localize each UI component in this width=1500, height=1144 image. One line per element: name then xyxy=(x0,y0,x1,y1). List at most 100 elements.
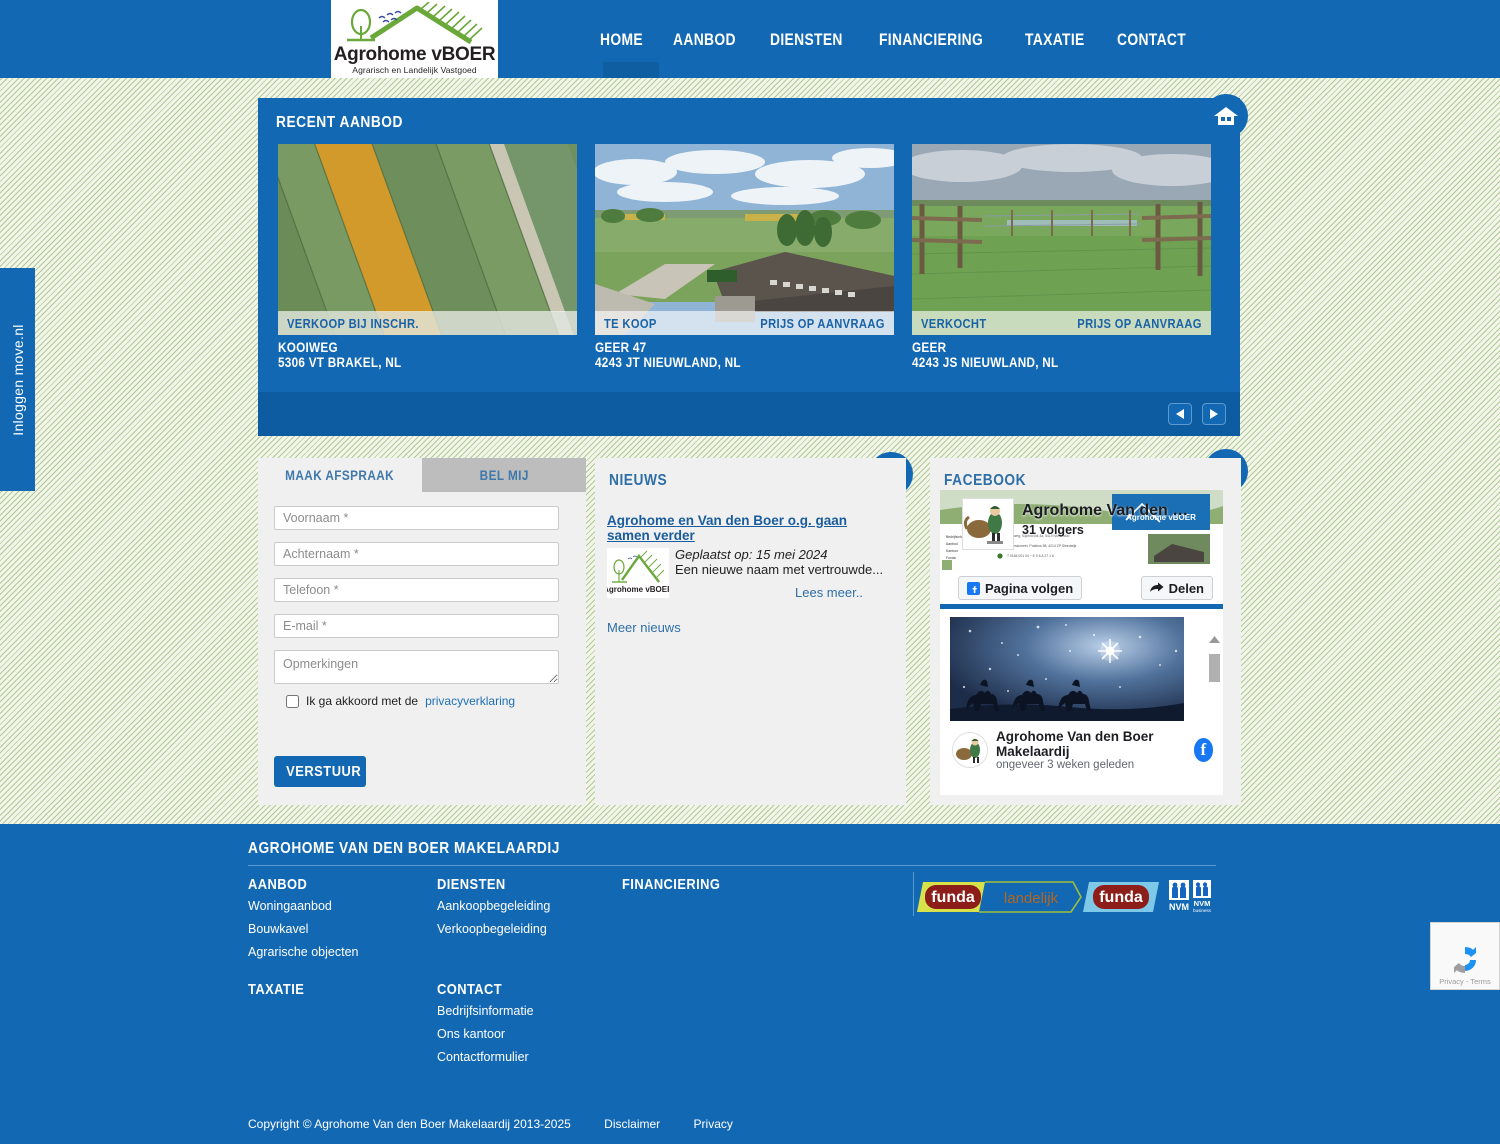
opmerkingen-textarea[interactable] xyxy=(274,650,559,684)
telefoon-input[interactable] xyxy=(274,578,559,602)
footer-link-bouwkavel[interactable]: Bouwkavel xyxy=(248,922,358,936)
svg-text:T 0184 001 04 ~ E 0 6 A 27 1 6: T 0184 001 04 ~ E 0 6 A 27 1 6 xyxy=(1007,554,1054,558)
footer-column-contact: CONTACT Bedrijfsinformatie Ons kantoor C… xyxy=(437,981,534,1073)
listing-card[interactable]: VERKOCHT PRIJS OP AANVRAAG GEER 4243 JS … xyxy=(912,144,1211,370)
svg-text:NVM: NVM xyxy=(1194,899,1211,908)
svg-text:funda: funda xyxy=(931,889,975,906)
privacy-consent-checkbox[interactable] xyxy=(286,694,299,708)
facebook-brand-badge-icon: f xyxy=(1193,738,1213,762)
listing-city: 4243 JS NIEUWLAND, NL xyxy=(912,355,1059,370)
svg-text:Kantoor: Kantoor xyxy=(946,549,959,553)
verstuur-button[interactable]: VERSTUUR xyxy=(274,756,366,787)
carousel-prev-button[interactable] xyxy=(1168,403,1192,425)
carousel-next-button[interactable] xyxy=(1202,403,1226,425)
svg-text:Agrohome vBOER: Agrohome vBOER xyxy=(607,585,669,594)
voornaam-input[interactable] xyxy=(274,506,559,530)
facebook-panel: FACEBOOK Agrohome vBOER Bedrijfsinformat… xyxy=(930,458,1241,805)
listing-price: PRIJS OP AANVRAAG xyxy=(760,315,885,331)
footer-column-taxatie: TAXATIE xyxy=(248,981,313,1004)
site-footer: AGROHOME VAN DEN BOER MAKELAARDIJ AANBOD… xyxy=(0,824,1500,1144)
listing-photo[interactable]: TE KOOP PRIJS OP AANVRAAG xyxy=(595,144,894,335)
listing-address: KOOIWEG 5306 VT BRAKEL, NL xyxy=(278,340,577,370)
facebook-f-icon xyxy=(967,581,980,595)
news-item-title[interactable]: Agrohome en Van den Boer o.g. gaan samen… xyxy=(607,513,892,543)
footer-column-title: CONTACT xyxy=(437,981,503,998)
scrollbar-thumb[interactable] xyxy=(1209,654,1220,682)
home-shortcut-button[interactable] xyxy=(1204,94,1248,138)
recaptcha-icon xyxy=(1454,946,1476,974)
chevron-left-icon xyxy=(1176,409,1184,419)
listing-status: VERKOOP BIJ INSCHR. xyxy=(287,315,419,331)
footer-link-woningaanbod[interactable]: Woningaanbod xyxy=(248,899,358,913)
nav-item-contact[interactable]: CONTACT xyxy=(1117,31,1186,50)
nav-item-home[interactable]: HOME xyxy=(600,31,643,50)
footer-column-title: FINANCIERING xyxy=(622,876,721,893)
footer-link-aankoopbegeleiding[interactable]: Aankoopbegeleiding xyxy=(437,899,550,913)
listing-photo[interactable]: VERKOCHT PRIJS OP AANVRAAG xyxy=(912,144,1211,335)
news-item-meta: Geplaatst op: 15 mei 2024 Een nieuwe naa… xyxy=(675,547,890,577)
achternaam-input[interactable] xyxy=(274,542,559,566)
site-header: Agrohome vBOER Agrarisch en Landelijk Va… xyxy=(0,0,1500,78)
carousel-cards: VERKOOP BIJ INSCHR. KOOIWEG 5306 VT BRAK… xyxy=(278,144,1211,370)
facebook-post-author-block: Agrohome Van den Boer Makelaardij ongeve… xyxy=(996,729,1186,771)
nav-item-taxatie[interactable]: TAXATIE xyxy=(1025,31,1085,50)
listing-street: GEER xyxy=(912,340,947,355)
login-move-tab[interactable]: Inloggen move.nl xyxy=(0,268,35,491)
facebook-page-name: Agrohome Van den … xyxy=(1022,502,1189,519)
footer-brand: AGROHOME VAN DEN BOER MAKELAARDIJ xyxy=(248,840,560,857)
recaptcha-text: Privacy - Terms xyxy=(1439,977,1491,986)
svg-text:landelijk: landelijk xyxy=(1004,890,1059,907)
footer-link-verkoopbegeleiding[interactable]: Verkoopbegeleiding xyxy=(437,922,550,936)
avatar-illustration-icon xyxy=(963,499,1013,549)
svg-text:Professioneel. Postbus 58, 421: Professioneel. Postbus 58, 4214 ZP Sleeu… xyxy=(1007,544,1077,548)
login-move-tab-label: Inloggen move.nl xyxy=(9,323,26,436)
site-logo[interactable]: Agrohome vBOER Agrarisch en Landelijk Va… xyxy=(331,0,498,78)
facebook-post-author: Agrohome Van den Boer Makelaardij xyxy=(996,729,1154,759)
facebook-share-button[interactable]: Delen xyxy=(1140,576,1213,600)
share-arrow-icon xyxy=(1149,582,1164,592)
privacyverklaring-link[interactable]: privacyverklaring xyxy=(425,694,515,708)
nav-item-financiering[interactable]: FINANCIERING xyxy=(879,31,983,50)
facebook-follow-button[interactable]: Pagina volgen xyxy=(958,576,1083,600)
privacy-link[interactable]: Privacy xyxy=(694,1117,733,1131)
listing-status-bar: VERKOOP BIJ INSCHR. xyxy=(278,311,577,335)
copyright-text: Copyright © Agrohome Van den Boer Makela… xyxy=(248,1117,571,1131)
listing-status: VERKOCHT xyxy=(921,315,987,331)
nav-item-diensten[interactable]: DIENSTEN xyxy=(770,31,843,50)
disclaimer-link[interactable]: Disclaimer xyxy=(604,1117,660,1131)
facebook-post-time: ongeveer 3 weken geleden xyxy=(996,759,1135,771)
main-navigation: HOME AANBOD DIENSTEN FINANCIERING TAXATI… xyxy=(600,28,1200,52)
facebook-cover-photo: Agrohome vBOER Bedrijfsinformatie Aanbod … xyxy=(940,490,1223,574)
nav-item-aanbod[interactable]: AANBOD xyxy=(673,31,736,50)
news-item-thumbnail[interactable]: Agrohome vBOER xyxy=(607,548,669,598)
logo-name: Agrohome vBOER xyxy=(333,44,496,65)
listing-status-bar: TE KOOP PRIJS OP AANVRAAG xyxy=(595,311,894,335)
meer-nieuws-link[interactable]: Meer nieuws xyxy=(607,620,681,635)
listing-photo[interactable]: VERKOOP BIJ INSCHR. xyxy=(278,144,577,335)
footer-link-agrarische-objecten[interactable]: Agrarische objecten xyxy=(248,945,358,959)
facebook-scrollbar[interactable] xyxy=(1209,630,1220,682)
footer-link-ons-kantoor[interactable]: Ons kantoor xyxy=(437,1027,534,1041)
farm-aerial-image xyxy=(595,144,894,335)
facebook-follow-label: Pagina volgen xyxy=(985,580,1074,596)
facebook-post[interactable]: Agrohome Van den Boer Makelaardij ongeve… xyxy=(940,609,1223,771)
listing-street: GEER 47 xyxy=(595,340,647,355)
tab-bel-mij[interactable]: BEL MIJ xyxy=(422,458,586,492)
copyright-row: Copyright © Agrohome Van den Boer Makela… xyxy=(248,1117,733,1131)
listing-card[interactable]: TE KOOP PRIJS OP AANVRAAG GEER 47 4243 J… xyxy=(595,144,894,370)
listing-card[interactable]: VERKOOP BIJ INSCHR. KOOIWEG 5306 VT BRAK… xyxy=(278,144,577,370)
email-input[interactable] xyxy=(274,614,559,638)
facebook-post-avatar xyxy=(952,732,988,768)
facebook-share-label: Delen xyxy=(1168,580,1204,596)
recaptcha-badge[interactable]: Privacy - Terms xyxy=(1430,922,1500,990)
contact-form-panel: MAAK AFSPRAAK BEL MIJ Ik ga akkoord met … xyxy=(258,458,586,805)
form-tabs: MAAK AFSPRAAK BEL MIJ xyxy=(258,458,586,492)
listing-price: PRIJS OP AANVRAAG xyxy=(1077,315,1202,331)
footer-link-contactformulier[interactable]: Contactformulier xyxy=(437,1050,534,1064)
footer-link-bedrijfsinformatie[interactable]: Bedrijfsinformatie xyxy=(437,1004,534,1018)
tab-maak-afspraak[interactable]: MAAK AFSPRAAK xyxy=(258,458,422,492)
lees-meer-link[interactable]: Lees meer.. xyxy=(795,585,863,600)
recent-listings-carousel: RECENT AANBOD VERKOOP BIJ INSCHR. KOOIWE… xyxy=(258,98,1240,436)
partner-logos-image: funda landelijk funda NVM NVM business xyxy=(917,880,1212,913)
carousel-footer xyxy=(258,392,1240,436)
